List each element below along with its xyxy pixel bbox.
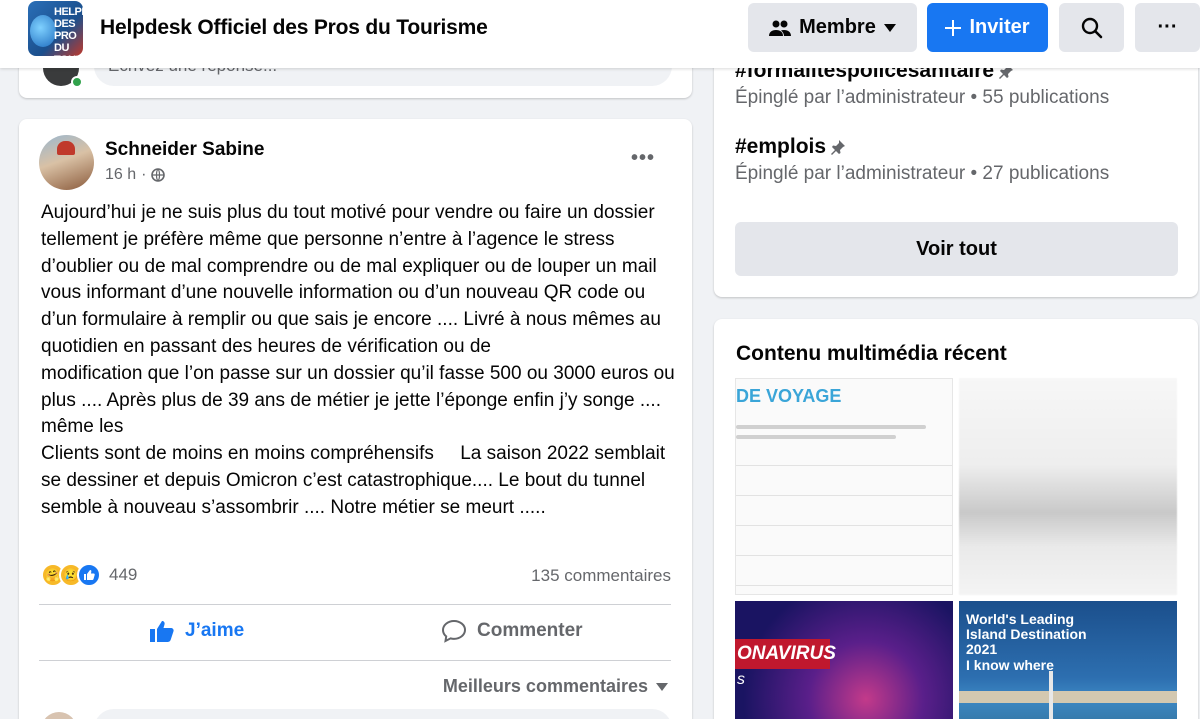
commenter-avatar[interactable] [41,712,77,719]
pinned-topics-card: #formalitespolicesanitaire Épinglé par l… [714,40,1198,297]
more-options-label: ··· [1157,16,1178,38]
post-meta: 16 h · [105,166,166,184]
divider [39,604,671,605]
caret-down-icon [656,682,668,691]
best-comments-label: Meilleurs commentaires [442,676,648,696]
santa-hat-image [57,141,75,155]
topic-meta: Épinglé par l’administrateur • 55 public… [735,87,1110,108]
invite-button-label: Inviter [969,16,1030,38]
post-paragraph: modification que l’on passe sur un dossi… [41,362,681,438]
topic-meta: Épinglé par l’administrateur • 27 public… [735,163,1110,184]
comment-icon [441,619,467,643]
pinned-topic[interactable]: #emplois Épinglé par l’administrateur • … [735,135,1109,185]
group-thumbnail-text: HELPD DES PRO DU TOUR [54,6,83,56]
comment-count[interactable]: 135 commentaires [531,566,671,586]
media-section-title: Contenu multimédia récent [736,342,1007,365]
caret-down-icon [883,23,896,32]
media-thumbnail-text: World's Leading Island Destination 2021 [966,611,1087,657]
media-thumbnail-text: ONAVIRUS [735,639,836,669]
post-options-button[interactable]: ••• [631,147,655,170]
topic-name: #emplois [735,135,827,158]
post-body: Aujourd’hui je ne suis plus du tout moti… [41,200,681,522]
group-thumbnail[interactable]: HELPD DES PRO DU TOUR [28,1,83,56]
members-icon [769,20,792,36]
best-comments-dropdown[interactable]: Meilleurs commentaires [443,676,668,697]
divider [39,660,671,661]
like-button-label: J’aime [185,620,245,641]
search-button[interactable] [1059,3,1124,52]
media-thumbnail[interactable] [959,378,1177,595]
invite-button[interactable]: Inviter [927,3,1048,52]
globe-image [30,15,56,47]
pin-icon [831,140,846,155]
media-thumbnail[interactable]: World's Leading Island Destination 2021 … [959,601,1177,719]
topic-name-row: #emplois [735,135,1109,159]
thumbs-up-icon [150,621,174,642]
like-reaction-icon [77,563,101,587]
more-options-button[interactable]: ··· [1135,3,1200,52]
comment-preview[interactable] [94,709,672,719]
group-title[interactable]: Helpdesk Officiel des Pros du Tourisme [100,16,488,40]
like-button[interactable]: J’aime [149,619,244,643]
reactions-summary[interactable]: 🤗 😢 449 [41,563,137,587]
reaction-count: 449 [109,565,138,584]
plus-icon [945,19,962,36]
search-icon [1081,17,1102,38]
media-thumbnail-subtext: I know where [966,657,1054,673]
member-button-label: Membre [799,16,876,38]
comment-button[interactable]: Commenter [441,619,583,643]
online-status-icon [71,76,83,88]
author-avatar[interactable] [39,135,94,190]
media-thumbnail[interactable]: DE VOYAGE [735,378,953,595]
post-time[interactable]: 16 h [105,166,136,184]
comment-button-label: Commenter [477,620,583,641]
post-paragraph: Aujourd’hui je ne suis plus du tout moti… [41,202,667,357]
post-author[interactable]: Schneider Sabine [105,139,264,161]
post-card: Schneider Sabine 16 h · ••• Aujourd’hui … [19,119,692,719]
media-thumbnail[interactable]: ONAVIRUS s [735,601,953,719]
media-thumbnail-text: DE VOYAGE [736,386,842,406]
recent-media-card: Contenu multimédia récent DE VOYAGE ONAV… [714,319,1198,719]
globe-icon [151,168,166,182]
member-button[interactable]: Membre [748,3,917,52]
group-header-bar: HELPD DES PRO DU TOUR Helpdesk Officiel … [0,0,1200,68]
meta-separator: · [141,166,147,183]
see-all-button[interactable]: Voir tout [735,222,1178,276]
post-paragraph: Clients sont de moins en moins compréhen… [41,443,671,518]
